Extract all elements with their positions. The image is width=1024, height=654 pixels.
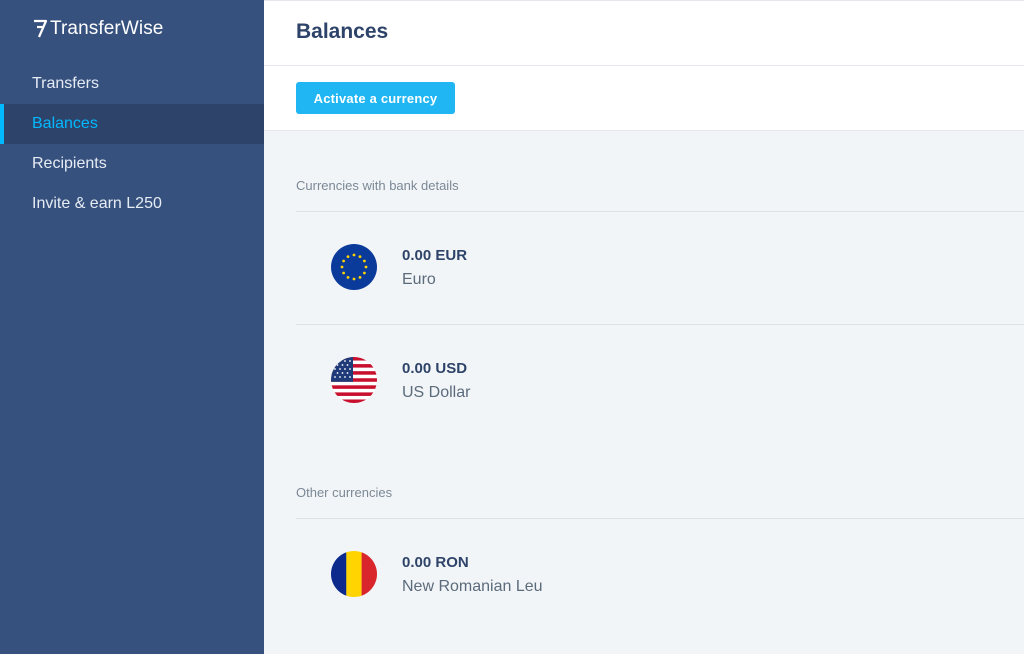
section-heading-bank-details: Currencies with bank details — [296, 178, 459, 193]
sidebar-item-recipients[interactable]: Recipients — [0, 144, 264, 184]
section-heading-other-currencies: Other currencies — [296, 485, 393, 500]
sidebar-nav: Transfers Balances Recipients Invite & e… — [0, 64, 264, 224]
currency-name: New Romanian Leu — [402, 578, 543, 595]
transferwise-logo-icon — [34, 19, 48, 38]
sidebar-item-invite[interactable]: Invite & earn L250 — [0, 184, 264, 224]
main-content: Balances Activate a currency Currencies … — [264, 0, 1024, 654]
currency-amount: 0.00 RON — [402, 554, 469, 571]
transferwise-logo[interactable]: TransferWise — [32, 18, 163, 40]
currency-name: US Dollar — [402, 384, 471, 401]
currency-row-usd[interactable]: 0.00 USD US Dollar — [296, 325, 1024, 437]
us-flag-icon — [331, 357, 377, 403]
brand-name: TransferWise — [50, 18, 164, 39]
page-header: Balances — [264, 0, 1024, 66]
page-title: Balances — [296, 20, 389, 43]
sidebar-item-balances[interactable]: Balances — [0, 104, 264, 144]
currency-name: Euro — [402, 271, 436, 288]
currency-amount: 0.00 EUR — [402, 247, 468, 264]
sidebar-item-transfers[interactable]: Transfers — [0, 64, 264, 104]
eu-flag-icon — [331, 244, 377, 290]
currency-row-eur[interactable]: 0.00 EUR Euro — [296, 212, 1024, 324]
activate-currency-button[interactable]: Activate a currency — [296, 82, 455, 114]
sidebar: TransferWise Transfers Balances Recipien… — [0, 0, 264, 654]
romania-flag-icon — [331, 551, 377, 597]
action-bar: Activate a currency — [264, 66, 1024, 131]
currency-amount: 0.00 USD — [402, 360, 468, 377]
currency-row-ron[interactable]: 0.00 RON New Romanian Leu — [296, 519, 1024, 631]
